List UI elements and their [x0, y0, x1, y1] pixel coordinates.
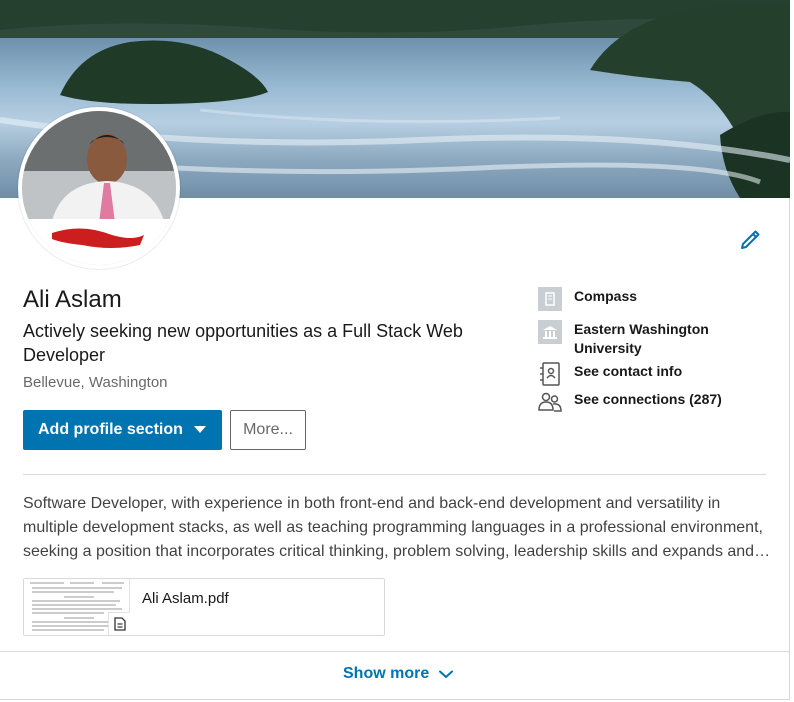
sidebar-item-contact[interactable]: See contact info: [538, 362, 744, 386]
sidebar-connections-label: See connections (287): [574, 391, 722, 407]
contact-card-icon: [540, 362, 560, 386]
avatar[interactable]: [18, 107, 180, 269]
caret-down-icon: [194, 426, 206, 433]
show-more-label: Show more: [343, 665, 430, 682]
avatar-photo: [22, 111, 176, 265]
sidebar-item-company[interactable]: Compass: [538, 287, 744, 311]
school-icon: [538, 320, 562, 344]
attached-document[interactable]: Ali Aslam.pdf: [23, 578, 385, 636]
profile-name: Ali Aslam: [23, 286, 122, 313]
sidebar-company-label: Compass: [574, 288, 638, 304]
building-icon: [538, 287, 562, 311]
sidebar-contact-label: See contact info: [574, 363, 683, 379]
more-button-label: More...: [243, 421, 293, 438]
show-more-button[interactable]: Show more: [343, 665, 454, 683]
chevron-down-icon: [439, 670, 454, 678]
profile-location: Bellevue, Washington: [23, 374, 168, 391]
add-profile-section-label: Add profile section: [38, 421, 183, 438]
sidebar-item-connections[interactable]: See connections (287): [538, 390, 744, 414]
profile-summary: Software Developer, with experience in b…: [23, 495, 771, 560]
pencil-icon[interactable]: [738, 228, 762, 252]
profile-card: Ali Aslam Actively seeking new opportuni…: [0, 0, 790, 700]
sidebar-school-label: Eastern Washington University: [574, 321, 709, 356]
document-icon: [108, 612, 130, 635]
people-icon: [538, 392, 562, 412]
profile-headline: Actively seeking new opportunities as a …: [23, 321, 463, 365]
more-button[interactable]: More...: [230, 410, 306, 450]
add-profile-section-button[interactable]: Add profile section: [23, 410, 222, 450]
sidebar-item-school[interactable]: Eastern Washington University: [538, 320, 744, 358]
document-filename: Ali Aslam.pdf: [142, 590, 229, 607]
section-divider: [23, 474, 766, 475]
